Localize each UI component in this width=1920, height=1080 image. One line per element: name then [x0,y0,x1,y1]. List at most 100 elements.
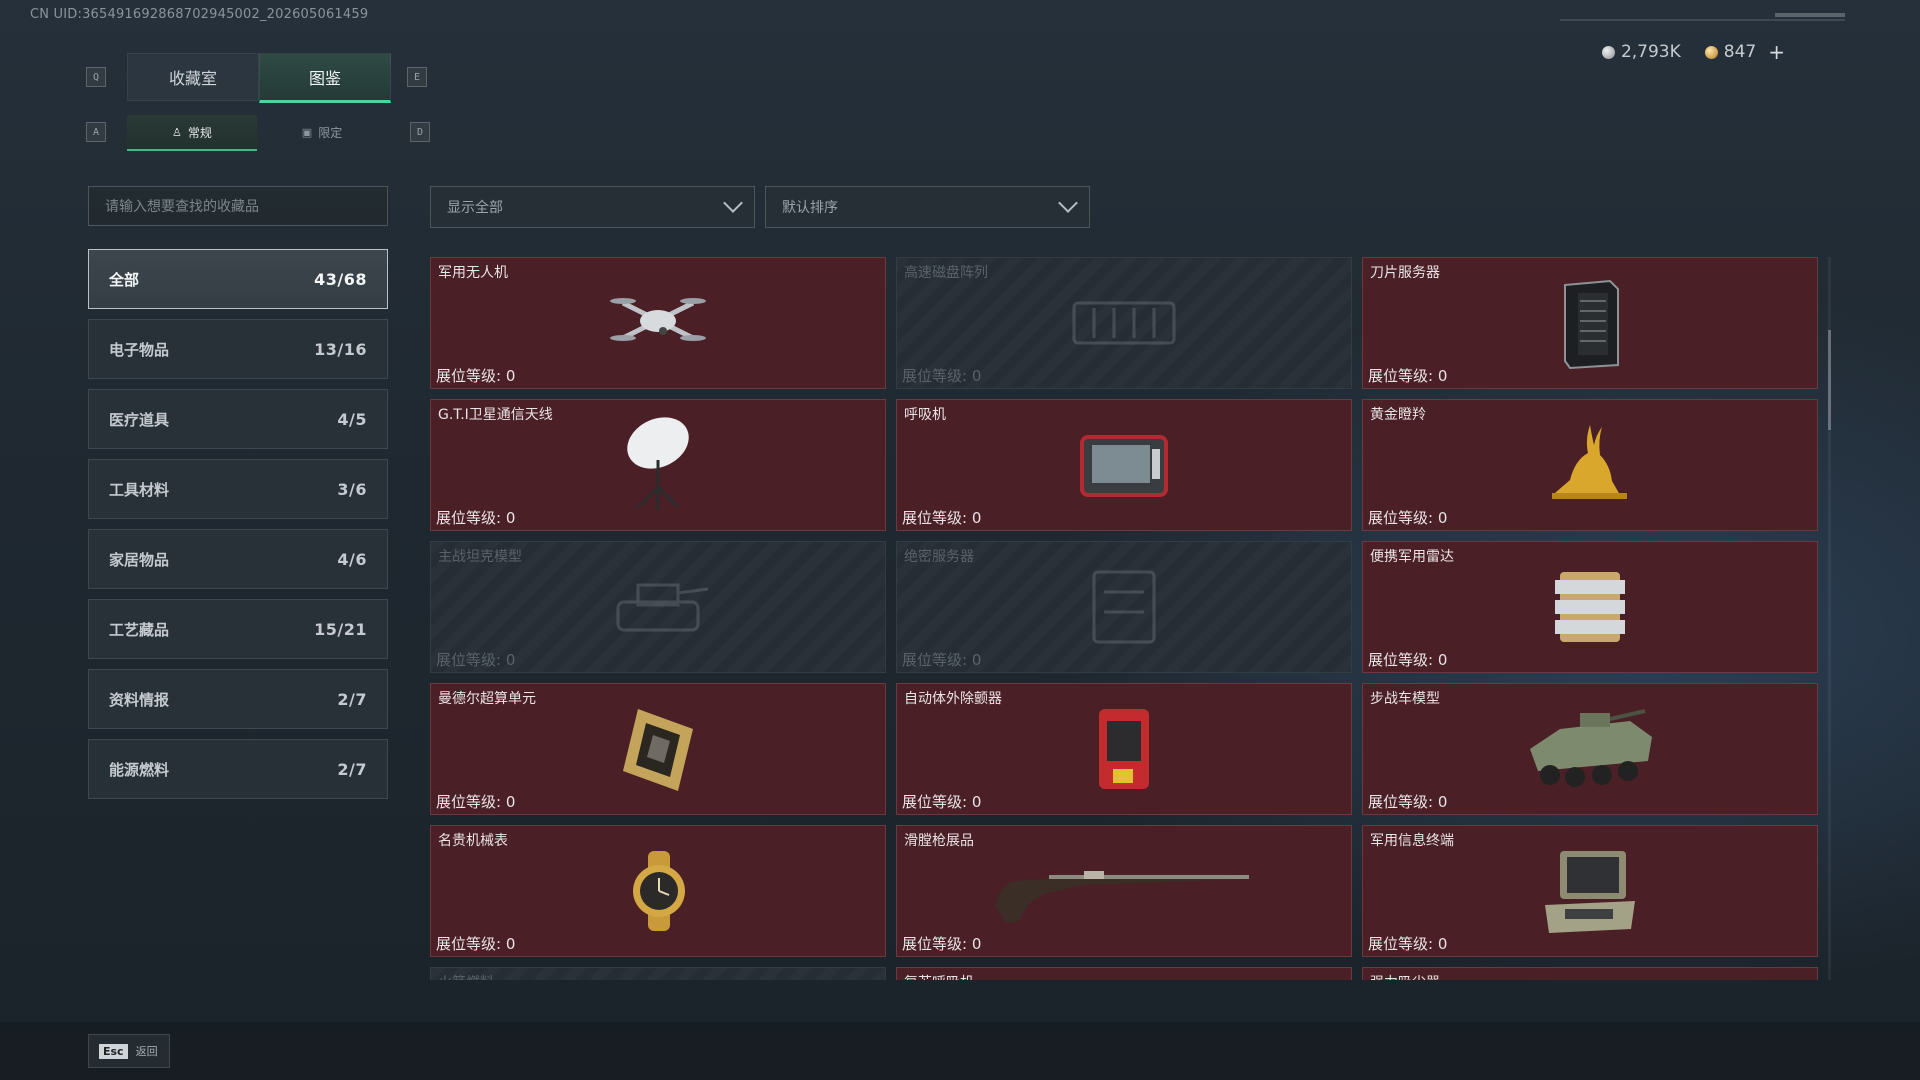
item-name: 火箭燃料 [438,972,494,980]
item-card[interactable]: 黄金瞪羚 展位等级: 0 [1362,399,1818,531]
category-crafts[interactable]: 工艺藏品 15/21 [88,599,388,659]
prev-tab-key[interactable]: Q [86,67,106,87]
add-currency-button[interactable]: + [1768,42,1785,62]
item-name: 曼德尔超算单元 [438,691,536,707]
item-name: 黄金瞪羚 [1370,407,1426,423]
item-level: 展位等级: 0 [1368,367,1448,385]
item-level: 展位等级: 0 [902,367,982,385]
item-card-locked[interactable]: 主战坦克模型 展位等级: 0 [430,541,886,673]
item-card[interactable]: G.T.I卫星通信天线 展位等级: 0 [430,399,886,531]
category-all[interactable]: 全部 43/68 [88,249,388,309]
gold-currency: 847 + [1704,42,1785,62]
uid-text: CN UID:365491692868702945002_20260506145… [30,7,369,22]
item-card[interactable]: 便携军用雷达 展位等级: 0 [1362,541,1818,673]
category-intel[interactable]: 资料情报 2/7 [88,669,388,729]
category-count: 4/6 [337,549,367,569]
regular-icon: ♙ [172,125,182,139]
terminal-icon [1545,851,1635,933]
item-card[interactable]: 自动体外除颤器 展位等级: 0 [896,683,1352,815]
category-electronics[interactable]: 电子物品 13/16 [88,319,388,379]
item-card[interactable]: 复苏呼吸机 [896,967,1352,980]
chevron-down-icon [723,193,743,213]
drone-icon [610,298,706,341]
category-count: 43/68 [314,269,367,289]
top-decor-line [1560,19,1845,21]
disk-array-icon [1072,301,1176,345]
category-label: 资料情报 [109,690,170,709]
category-count: 13/16 [314,339,367,359]
item-level: 展位等级: 0 [436,935,516,953]
limited-icon: ▣ [301,125,313,139]
category-count: 4/5 [337,409,367,429]
category-label: 医疗道具 [109,410,170,429]
item-card[interactable]: 滑膛枪展品 展位等级: 0 [896,825,1352,957]
currency-bar: 2,793K 847 + [1601,42,1785,62]
category-count: 3/6 [337,479,367,499]
tank-icon [616,583,709,632]
item-card-locked[interactable]: 绝密服务器 展位等级: 0 [896,541,1352,673]
item-name: 步战车模型 [1370,691,1440,707]
top-decor-mark [1775,13,1845,17]
sort-value: 默认排序 [782,200,838,216]
category-tools[interactable]: 工具材料 3/6 [88,459,388,519]
show-filter-value: 显示全部 [447,200,503,216]
show-filter-dropdown[interactable]: 显示全部 [430,186,755,228]
bottom-bar [0,1022,1920,1080]
tab-collection-room[interactable]: 收藏室 [127,53,259,101]
item-level: 展位等级: 0 [902,509,982,527]
item-name: 军用无人机 [438,265,508,281]
item-card[interactable]: 军用无人机 展位等级: 0 [430,257,886,389]
musket-icon [995,871,1249,923]
item-card[interactable]: 军用信息终端 展位等级: 0 [1362,825,1818,957]
tab-catalog[interactable]: 图鉴 [259,53,391,103]
search-input[interactable]: 请输入想要查找的收藏品 [88,186,388,226]
ifv-icon [1530,709,1652,787]
item-card[interactable]: 刀片服务器 展位等级: 0 [1362,257,1818,389]
back-button[interactable]: Esc 返回 [88,1034,170,1068]
category-household[interactable]: 家居物品 4/6 [88,529,388,589]
item-card-locked[interactable]: 高速磁盘阵列 展位等级: 0 [896,257,1352,389]
item-level: 展位等级: 0 [902,651,982,669]
category-count: 2/7 [337,759,367,779]
item-name: 便携军用雷达 [1370,549,1454,565]
item-card[interactable]: 步战车模型 展位等级: 0 [1362,683,1818,815]
item-level: 展位等级: 0 [436,367,516,385]
category-label: 全部 [109,270,140,289]
secret-server-icon [1092,570,1156,644]
item-name: 呼吸机 [904,407,946,423]
item-level: 展位等级: 0 [1368,509,1448,527]
subtab-regular-label: 常规 [187,125,212,140]
category-medical[interactable]: 医疗道具 4/5 [88,389,388,449]
category-energy[interactable]: 能源燃料 2/7 [88,739,388,799]
item-level: 展位等级: 0 [436,651,516,669]
next-tab-key[interactable]: E [407,67,427,87]
subtab-limited[interactable]: ▣ 限定 [257,115,387,149]
esc-key: Esc [99,1043,128,1059]
item-card-locked[interactable]: 火箭燃料 [430,967,886,980]
gazelle-icon [1552,425,1627,499]
next-subtab-key[interactable]: D [410,122,430,142]
item-card[interactable]: 名贵机械表 展位等级: 0 [430,825,886,957]
category-label: 工具材料 [109,480,170,499]
category-count: 2/7 [337,689,367,709]
subtab-regular[interactable]: ♙ 常规 [127,115,257,151]
grid-scrollbar-thumb[interactable] [1828,330,1831,430]
item-level: 展位等级: 0 [902,793,982,811]
item-level: 展位等级: 0 [436,509,516,527]
item-level: 展位等级: 0 [1368,935,1448,953]
prev-subtab-key[interactable]: A [86,122,106,142]
item-name: 复苏呼吸机 [904,972,974,980]
item-level: 展位等级: 0 [1368,651,1448,669]
item-level: 展位等级: 0 [1368,793,1448,811]
gold-amount: 847 [1723,42,1757,62]
item-name: G.T.I卫星通信天线 [438,407,553,423]
ventilator-icon [1080,435,1168,497]
item-card[interactable]: 呼吸机 展位等级: 0 [896,399,1352,531]
item-card[interactable]: 强力吸尘器 [1362,967,1818,980]
category-label: 工艺藏品 [109,620,170,639]
item-card[interactable]: 曼德尔超算单元 展位等级: 0 [430,683,886,815]
category-list: 全部 43/68 电子物品 13/16 医疗道具 4/5 工具材料 3/6 家居… [88,249,388,809]
category-count: 15/21 [314,619,367,639]
item-name: 自动体外除颤器 [904,691,1002,707]
sort-dropdown[interactable]: 默认排序 [765,186,1090,228]
